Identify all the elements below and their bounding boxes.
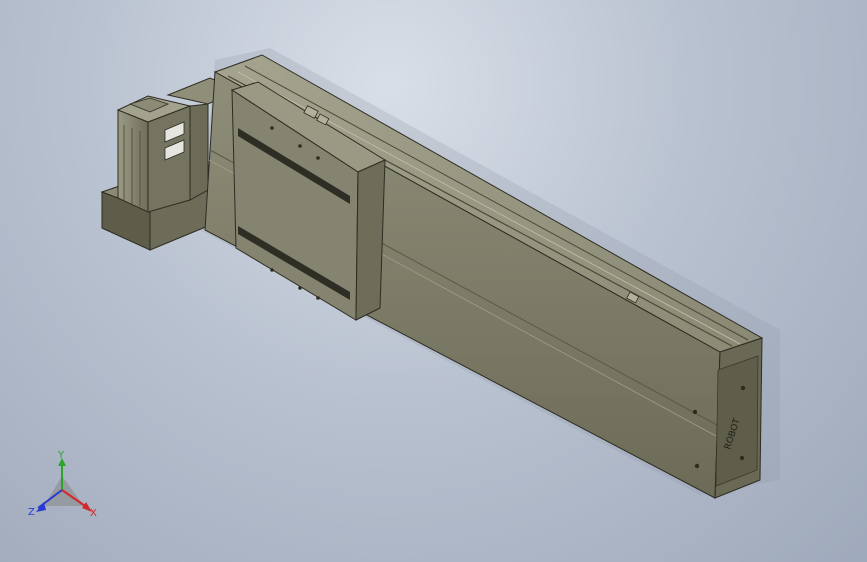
x-axis-label: X [90,508,97,519]
motor-body [117,109,149,213]
z-axis-label: Z [28,507,35,518]
view-triad[interactable]: Y X Z [28,450,97,519]
model-canvas[interactable]: ROBOT Y X Z [0,0,867,562]
cad-viewport[interactable]: ROBOT Y X Z [0,0,867,562]
y-axis-label: Y [57,450,65,461]
